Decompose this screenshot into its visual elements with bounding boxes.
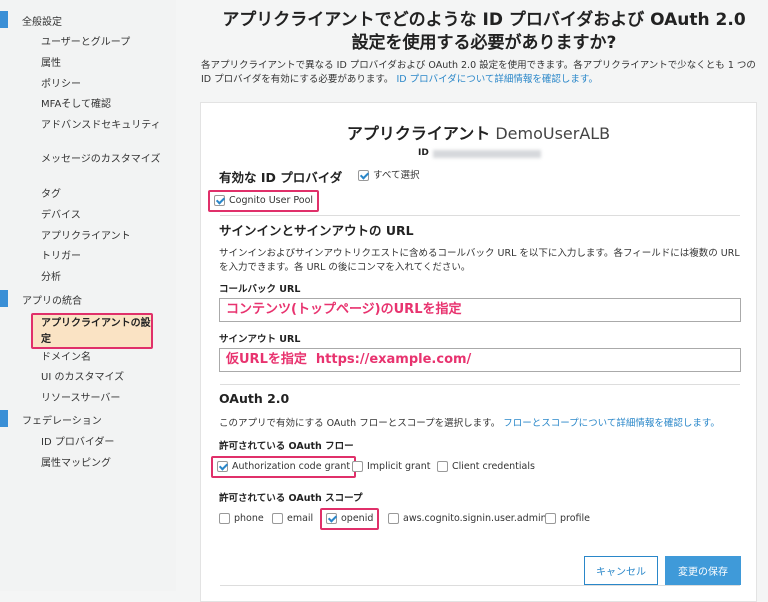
scope-email-checkbox[interactable]: email bbox=[272, 512, 313, 526]
page-title: アプリクライアントでどのような ID プロバイダおよび OAuth 2.0 設定… bbox=[222, 10, 746, 53]
scope-profile-checkbox[interactable]: profile bbox=[545, 512, 590, 526]
sidebar-item-message-customization[interactable]: メッセージのカスタマイズ bbox=[41, 152, 161, 168]
oauth-heading: OAuth 2.0 bbox=[219, 391, 290, 406]
checkbox-icon bbox=[326, 513, 337, 524]
oauth-flows-label: 許可されている OAuth フロー bbox=[219, 441, 354, 452]
sidebar-item-attributes[interactable]: 属性 bbox=[41, 56, 161, 72]
callback-url-label: コールバック URL bbox=[219, 284, 301, 295]
callback-url-input[interactable]: コンテンツ(トップページ)のURLを指定 bbox=[219, 298, 741, 322]
checkbox-icon bbox=[214, 195, 225, 206]
scope-label: profile bbox=[560, 513, 591, 524]
urls-heading: サインインとサインアウトの URL bbox=[219, 223, 414, 238]
checkbox-icon bbox=[437, 461, 448, 472]
section-marker bbox=[0, 11, 8, 28]
client-id-label: ID bbox=[418, 148, 429, 158]
cancel-button[interactable]: キャンセル bbox=[584, 556, 658, 585]
flow-authorization-code-checkbox[interactable]: Authorization code grant bbox=[211, 456, 357, 478]
divider bbox=[220, 384, 740, 385]
oauth-desc-text: このアプリで有効にする OAuth フローとスコープを選択します。 bbox=[219, 418, 501, 429]
providers-heading: 有効な ID プロバイダ bbox=[219, 170, 343, 185]
save-changes-button[interactable]: 変更の保存 bbox=[665, 556, 741, 585]
checkbox-icon bbox=[272, 513, 283, 524]
sidebar-section-federation[interactable]: フェデレーション bbox=[22, 412, 102, 427]
scope-openid-checkbox[interactable]: openid bbox=[320, 508, 380, 530]
oauth-description: このアプリで有効にする OAuth フローとスコープを選択します。 フローとスコ… bbox=[219, 417, 720, 431]
flow-implicit-checkbox[interactable]: Implicit grant bbox=[352, 460, 430, 474]
sidebar-item-app-client-settings[interactable]: アプリクライアントの設定 bbox=[41, 316, 153, 348]
sidebar-section-general[interactable]: 全般設定 bbox=[22, 13, 62, 28]
divider bbox=[220, 585, 740, 586]
flows-scopes-learn-more-link[interactable]: フローとスコープについて詳細情報を確認します。 bbox=[503, 418, 720, 429]
checkbox-icon bbox=[358, 170, 369, 181]
scope-phone-checkbox[interactable]: phone bbox=[219, 512, 264, 526]
urls-description: サインインおよびサインアウトリクエストに含めるコールバック URL を以下に入力… bbox=[219, 248, 740, 273]
signout-url-input[interactable]: 仮URLを指定 https://example.com/ bbox=[219, 348, 741, 372]
checkbox-icon bbox=[217, 461, 228, 472]
sidebar-item-attribute-mapping[interactable]: 属性マッピング bbox=[41, 456, 161, 472]
scope-cognito-admin-checkbox[interactable]: aws.cognito.signin.user.admin bbox=[388, 512, 547, 526]
sidebar-item-mfa[interactable]: MFAそして確認 bbox=[41, 97, 161, 113]
flow-label: Implicit grant bbox=[367, 461, 431, 472]
divider bbox=[220, 215, 740, 216]
client-id-redacted bbox=[433, 150, 541, 158]
section-marker bbox=[0, 410, 8, 427]
flow-label: Authorization code grant bbox=[232, 461, 351, 472]
checkbox-icon bbox=[219, 513, 230, 524]
scope-label: openid bbox=[341, 513, 374, 524]
checkbox-icon bbox=[352, 461, 363, 472]
sidebar-item-identity-providers[interactable]: ID プロバイダー bbox=[41, 435, 161, 451]
checkbox-icon bbox=[388, 513, 399, 524]
sidebar: 全般設定 ユーザーとグループ 属性 ポリシー MFAそして確認 アドバンスドセキ… bbox=[0, 0, 176, 591]
sidebar-item-triggers[interactable]: トリガー bbox=[41, 249, 161, 265]
scope-label: email bbox=[287, 513, 314, 524]
sidebar-item-domain-name[interactable]: ドメイン名 bbox=[41, 350, 161, 366]
sidebar-item-ui-customization[interactable]: UI のカスタマイズ bbox=[41, 370, 161, 386]
cognito-user-pool-checkbox[interactable]: Cognito User Pool bbox=[208, 190, 320, 212]
sidebar-section-app-integration[interactable]: アプリの統合 bbox=[22, 292, 82, 307]
page-description: 各アプリクライアントで異なる ID プロバイダおよび OAuth 2.0 設定を… bbox=[201, 59, 759, 87]
sidebar-item-analytics[interactable]: 分析 bbox=[41, 270, 161, 286]
signout-url-label: サインアウト URL bbox=[219, 334, 301, 345]
checkbox-icon bbox=[545, 513, 556, 524]
sidebar-item-app-clients[interactable]: アプリクライアント bbox=[41, 229, 161, 245]
section-marker bbox=[0, 290, 8, 307]
app-client-title: アプリクライアント DemoUserALB bbox=[200, 120, 757, 144]
client-name: DemoUserALB bbox=[495, 124, 611, 143]
flow-label: Client credentials bbox=[452, 461, 535, 472]
sidebar-item-users-groups[interactable]: ユーザーとグループ bbox=[41, 35, 161, 51]
sidebar-item-devices[interactable]: デバイス bbox=[41, 208, 161, 224]
select-all-checkbox[interactable]: すべて選択 bbox=[358, 169, 419, 183]
scope-label: phone bbox=[234, 513, 264, 524]
scope-label: aws.cognito.signin.user.admin bbox=[403, 513, 547, 524]
sidebar-item-policies[interactable]: ポリシー bbox=[41, 77, 161, 93]
oauth-scopes-label: 許可されている OAuth スコープ bbox=[219, 493, 363, 504]
sidebar-item-tags[interactable]: タグ bbox=[41, 187, 161, 203]
provider-label: Cognito User Pool bbox=[229, 195, 314, 206]
flow-client-credentials-checkbox[interactable]: Client credentials bbox=[437, 460, 535, 474]
sidebar-item-resource-servers[interactable]: リソースサーバー bbox=[41, 391, 161, 407]
title-prefix: アプリクライアント bbox=[346, 124, 491, 143]
sidebar-item-advanced-security[interactable]: アドバンスドセキュリティ bbox=[41, 118, 161, 134]
select-all-label: すべて選択 bbox=[373, 170, 420, 181]
id-provider-learn-more-link[interactable]: ID プロバイダについて詳細情報を確認します。 bbox=[396, 74, 598, 85]
